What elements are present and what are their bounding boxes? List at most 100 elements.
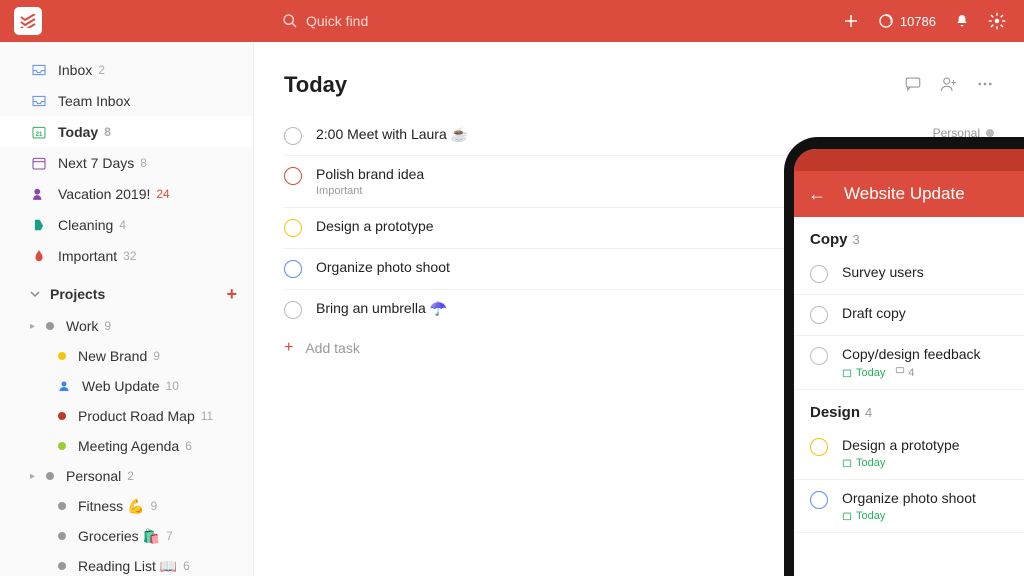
phone-status-bar: 08:32 xyxy=(794,149,1024,171)
nav-count: 8 xyxy=(104,125,111,139)
projects-header[interactable]: Projects+ xyxy=(0,277,253,311)
project-color-dot xyxy=(58,412,66,420)
nav-important[interactable]: Important32 xyxy=(0,240,253,271)
quick-find[interactable]: Quick find xyxy=(282,13,368,29)
topbar-actions: 10786 xyxy=(842,12,1016,30)
phone-task-row[interactable]: Survey users xyxy=(794,254,1024,295)
project-color-dot xyxy=(58,562,66,570)
project-count: 7 xyxy=(166,529,173,543)
phone-task-row[interactable]: Draft copy xyxy=(794,295,1024,336)
back-button[interactable]: ← xyxy=(808,184,826,205)
project-item[interactable]: Groceries 🛍️ 7 xyxy=(0,521,253,551)
task-title: Survey users xyxy=(842,264,1024,280)
section-title: Copy xyxy=(810,231,848,248)
nav-label: Next 7 Days xyxy=(58,155,134,171)
task-title: Design a prototype xyxy=(316,218,857,234)
phone-task-row[interactable]: Design a prototype Today xyxy=(794,427,1024,480)
task-due: Today xyxy=(842,457,1024,469)
share-button[interactable] xyxy=(940,75,958,96)
nav-vacation[interactable]: Vacation 2019!24 xyxy=(0,178,253,209)
topbar: Quick find 10786 xyxy=(0,0,1024,42)
add-task-button[interactable] xyxy=(842,12,860,30)
main-content: Today 2:00 Meet with Laura ☕Personal Pol… xyxy=(254,42,1024,576)
task-checkbox[interactable] xyxy=(810,306,828,324)
task-checkbox[interactable] xyxy=(810,265,828,283)
section-count: 3 xyxy=(853,232,860,247)
more-button[interactable] xyxy=(976,75,994,96)
project-item[interactable]: Web Update10 xyxy=(0,371,253,401)
nav-inbox[interactable]: Inbox2 xyxy=(0,54,253,85)
karma-icon xyxy=(878,13,894,29)
chevron-down-icon xyxy=(30,286,40,302)
project-name: Fitness 💪 xyxy=(78,498,144,515)
task-checkbox[interactable] xyxy=(810,491,828,509)
project-name: Groceries 🛍️ xyxy=(78,528,160,545)
chevron-right-icon: ▸ xyxy=(30,471,42,482)
task-checkbox[interactable] xyxy=(810,438,828,456)
settings-button[interactable] xyxy=(988,12,1006,30)
task-title: Copy/design feedback xyxy=(842,346,1024,362)
chat-icon xyxy=(895,366,905,376)
nav-today[interactable]: 21 Today 8 xyxy=(0,116,253,147)
project-item[interactable]: Reading List 📖 6 xyxy=(0,551,253,576)
page-title: Today xyxy=(284,72,347,98)
task-checkbox[interactable] xyxy=(284,260,302,278)
project-item[interactable]: Meeting Agenda 6 xyxy=(0,431,253,461)
phone-task-row[interactable]: Copy/design feedback Today 4 xyxy=(794,336,1024,390)
task-checkbox[interactable] xyxy=(810,347,828,365)
project-color-dot xyxy=(46,472,54,480)
project-item[interactable]: Fitness 💪9 xyxy=(0,491,253,521)
nav-label: Today xyxy=(58,124,98,140)
add-project-button[interactable]: + xyxy=(226,284,237,305)
app-logo[interactable] xyxy=(14,7,42,35)
project-count: 6 xyxy=(183,559,190,573)
project-item[interactable]: Product Road Map11 xyxy=(0,401,253,431)
phone-task-row[interactable]: Organize photo shoot Today xyxy=(794,480,1024,533)
task-checkbox[interactable] xyxy=(284,127,302,145)
task-checkbox[interactable] xyxy=(284,167,302,185)
project-count: 6 xyxy=(185,439,192,453)
task-title: Draft copy xyxy=(842,305,1024,321)
important-icon xyxy=(30,249,48,263)
phone-section-header[interactable]: Copy 3 xyxy=(794,217,1024,254)
sidebar: Inbox2Team Inbox 21 Today 8 Next 7 Days 8 Vaca… xyxy=(0,42,254,576)
nav-count: 8 xyxy=(140,156,147,170)
phone-section-header[interactable]: Design4 xyxy=(794,390,1024,427)
section-count: 4 xyxy=(865,405,872,420)
nav-count: 24 xyxy=(156,187,169,201)
calendar-icon xyxy=(842,511,852,521)
search-icon xyxy=(282,13,298,29)
project-color-dot xyxy=(986,129,994,137)
project-color-dot xyxy=(58,532,66,540)
phone-mockup: 08:32 ← Website Update Copy3Survey users… xyxy=(784,137,1024,576)
nav-count: 4 xyxy=(119,218,126,232)
comments-button[interactable] xyxy=(904,75,922,96)
task-checkbox[interactable] xyxy=(284,301,302,319)
project-name: Product Road Map xyxy=(78,408,195,424)
nav-label: Cleaning xyxy=(58,217,113,233)
bell-icon xyxy=(954,13,970,29)
today-icon: 21 xyxy=(30,124,48,140)
next7-icon xyxy=(30,155,48,171)
task-due: Today 4 xyxy=(842,366,1024,379)
svg-text:21: 21 xyxy=(36,132,43,138)
project-group[interactable]: ▸Work9 xyxy=(0,311,253,341)
task-title: Organize photo shoot xyxy=(316,259,857,275)
nav-team[interactable]: Team Inbox xyxy=(0,85,253,116)
project-count: 2 xyxy=(127,469,134,483)
notifications-button[interactable] xyxy=(954,13,970,29)
task-checkbox[interactable] xyxy=(284,219,302,237)
gear-icon xyxy=(988,12,1006,30)
project-name: Meeting Agenda xyxy=(78,438,179,454)
nav-next7[interactable]: Next 7 Days 8 xyxy=(0,147,253,178)
karma-indicator[interactable]: 10786 xyxy=(878,13,936,29)
project-item[interactable]: New Brand9 xyxy=(0,341,253,371)
vacation-icon xyxy=(30,187,48,201)
project-name: Reading List 📖 xyxy=(78,558,177,575)
nav-cleaning[interactable]: Cleaning 4 xyxy=(0,209,253,240)
karma-value: 10786 xyxy=(900,14,936,29)
project-count: 10 xyxy=(166,379,179,393)
nav-count: 32 xyxy=(123,249,136,263)
project-group[interactable]: ▸Personal2 xyxy=(0,461,253,491)
comment-count: 4 xyxy=(895,366,914,379)
